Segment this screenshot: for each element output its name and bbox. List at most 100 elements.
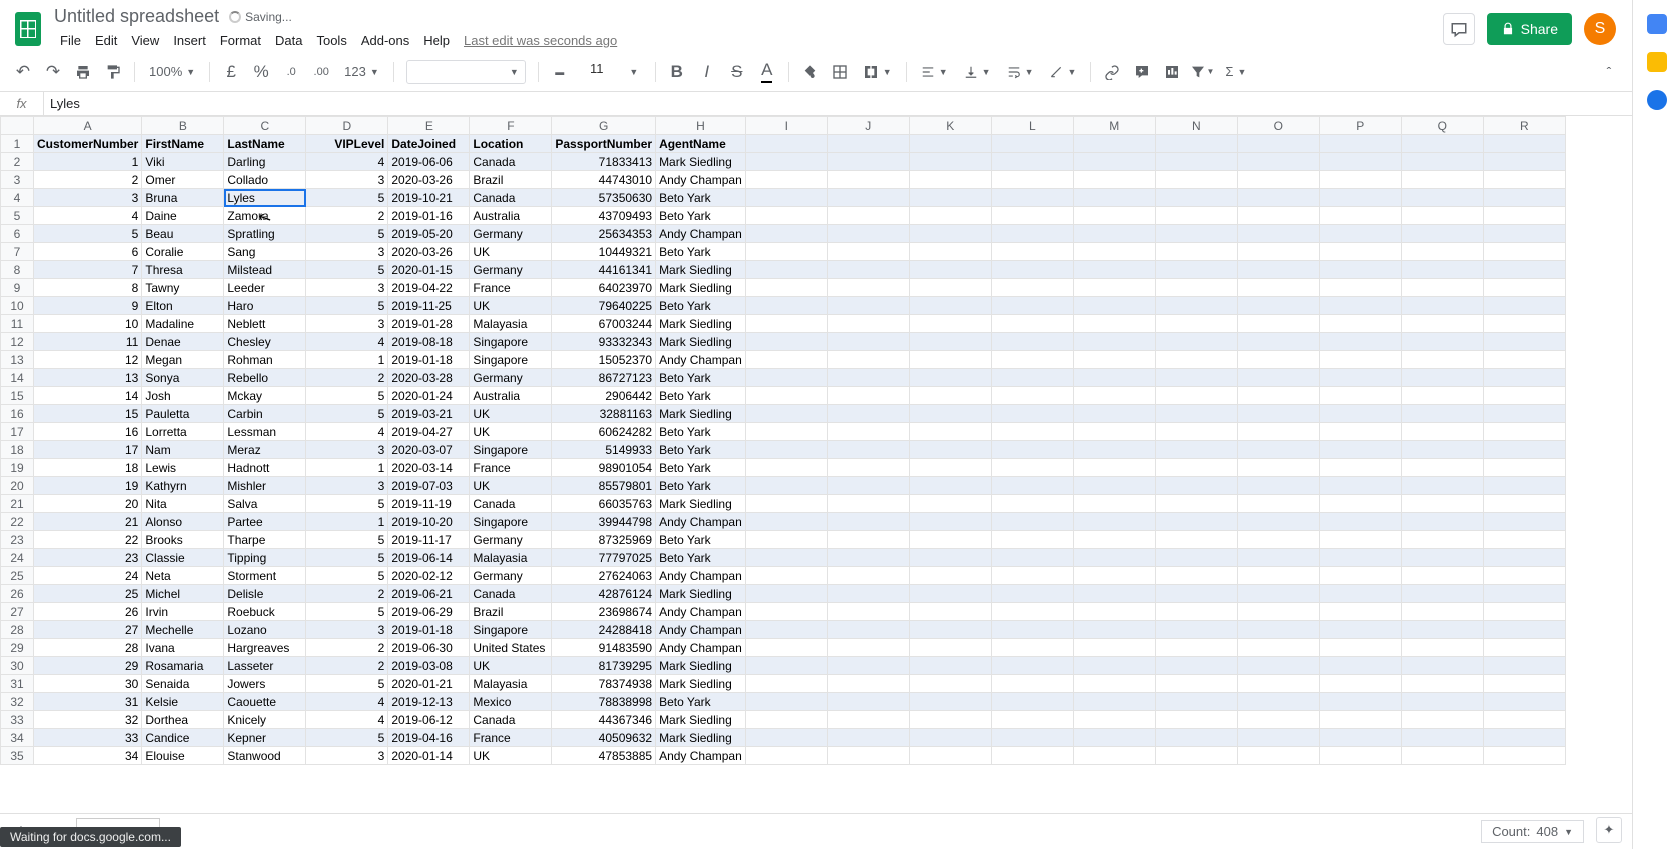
cell[interactable] [991, 621, 1073, 639]
cell[interactable] [991, 549, 1073, 567]
cell[interactable]: Haro [224, 297, 306, 315]
cell[interactable]: Mark Siedling [656, 405, 746, 423]
menu-insert[interactable]: Insert [167, 29, 212, 52]
cell[interactable] [1073, 243, 1155, 261]
cell[interactable] [1319, 387, 1401, 405]
cell[interactable] [909, 153, 991, 171]
cell[interactable] [1155, 675, 1237, 693]
cell[interactable] [1483, 333, 1565, 351]
cell[interactable]: 71833413 [552, 153, 656, 171]
cell[interactable] [827, 207, 909, 225]
cell[interactable] [1401, 297, 1483, 315]
menu-view[interactable]: View [125, 29, 165, 52]
cell[interactable] [1155, 243, 1237, 261]
cell[interactable] [991, 459, 1073, 477]
cell[interactable]: 3 [306, 315, 388, 333]
cell[interactable] [1237, 747, 1319, 765]
cell[interactable] [1319, 603, 1401, 621]
cell[interactable] [1073, 513, 1155, 531]
cell[interactable]: 7 [34, 261, 142, 279]
cell[interactable]: 2 [306, 207, 388, 225]
cell[interactable] [1237, 531, 1319, 549]
cell[interactable] [827, 711, 909, 729]
cell[interactable] [1401, 459, 1483, 477]
cell[interactable]: Beto Yark [656, 549, 746, 567]
row-header[interactable]: 12 [1, 333, 34, 351]
cell[interactable]: 86727123 [552, 369, 656, 387]
cell[interactable]: 15 [34, 405, 142, 423]
cell[interactable]: UK [470, 747, 552, 765]
cell[interactable] [1319, 423, 1401, 441]
cell[interactable] [1401, 567, 1483, 585]
cell[interactable]: Canada [470, 189, 552, 207]
cell[interactable]: Lorretta [142, 423, 224, 441]
cell[interactable] [1483, 279, 1565, 297]
cell[interactable] [1155, 441, 1237, 459]
cell[interactable]: 2019-01-16 [388, 207, 470, 225]
cell[interactable] [1073, 711, 1155, 729]
col-header-J[interactable]: J [827, 117, 909, 135]
cell[interactable] [1319, 243, 1401, 261]
cell[interactable]: 26 [34, 603, 142, 621]
cell[interactable]: 32 [34, 711, 142, 729]
comments-button[interactable] [1443, 13, 1475, 45]
cell[interactable] [1401, 729, 1483, 747]
cell[interactable] [991, 441, 1073, 459]
cell[interactable] [1155, 603, 1237, 621]
col-header-D[interactable]: D [306, 117, 388, 135]
cell[interactable] [1483, 495, 1565, 513]
cell[interactable]: 5 [306, 495, 388, 513]
cell[interactable] [991, 405, 1073, 423]
cell[interactable] [1155, 549, 1237, 567]
cell[interactable]: 67003244 [552, 315, 656, 333]
cell[interactable]: 10 [34, 315, 142, 333]
cell[interactable] [745, 351, 827, 369]
cell[interactable] [1073, 621, 1155, 639]
cell[interactable] [1073, 747, 1155, 765]
wrap-button[interactable]: ▼ [1001, 65, 1040, 79]
cell[interactable] [1237, 279, 1319, 297]
cell[interactable] [1237, 459, 1319, 477]
cell[interactable] [1155, 369, 1237, 387]
cell[interactable] [745, 171, 827, 189]
row-header[interactable]: 3 [1, 171, 34, 189]
undo-button[interactable]: ↶ [10, 59, 36, 85]
cell[interactable] [827, 351, 909, 369]
cell[interactable] [1319, 513, 1401, 531]
row-header[interactable]: 7 [1, 243, 34, 261]
cell[interactable] [1483, 603, 1565, 621]
cell[interactable] [1401, 315, 1483, 333]
cell[interactable] [909, 567, 991, 585]
cell[interactable]: Beto Yark [656, 441, 746, 459]
cell[interactable]: Coralie [142, 243, 224, 261]
cell[interactable]: Germany [470, 531, 552, 549]
cell[interactable] [745, 621, 827, 639]
cell[interactable]: 93332343 [552, 333, 656, 351]
cell[interactable]: Collado [224, 171, 306, 189]
cell[interactable]: UK [470, 477, 552, 495]
cell[interactable]: 2020-01-15 [388, 261, 470, 279]
cell[interactable] [1401, 171, 1483, 189]
cell[interactable]: Jowers [224, 675, 306, 693]
cell[interactable]: Beto Yark [656, 207, 746, 225]
col-header-M[interactable]: M [1073, 117, 1155, 135]
filter-button[interactable]: ▼ [1189, 59, 1215, 85]
cell[interactable] [827, 225, 909, 243]
cell[interactable]: 44367346 [552, 711, 656, 729]
cell[interactable] [1073, 567, 1155, 585]
cell[interactable] [1319, 171, 1401, 189]
cell[interactable] [827, 243, 909, 261]
cell[interactable] [827, 729, 909, 747]
cell[interactable] [1483, 207, 1565, 225]
cell[interactable] [745, 531, 827, 549]
cell[interactable]: Kepner [224, 729, 306, 747]
cell[interactable] [1483, 441, 1565, 459]
cell[interactable]: 47853885 [552, 747, 656, 765]
row-header[interactable]: 35 [1, 747, 34, 765]
cell[interactable] [1073, 135, 1155, 153]
cell[interactable] [1319, 693, 1401, 711]
cell[interactable] [1483, 675, 1565, 693]
insert-comment-button[interactable] [1129, 59, 1155, 85]
cell[interactable]: Brazil [470, 603, 552, 621]
merge-button[interactable]: ▼ [857, 64, 898, 80]
